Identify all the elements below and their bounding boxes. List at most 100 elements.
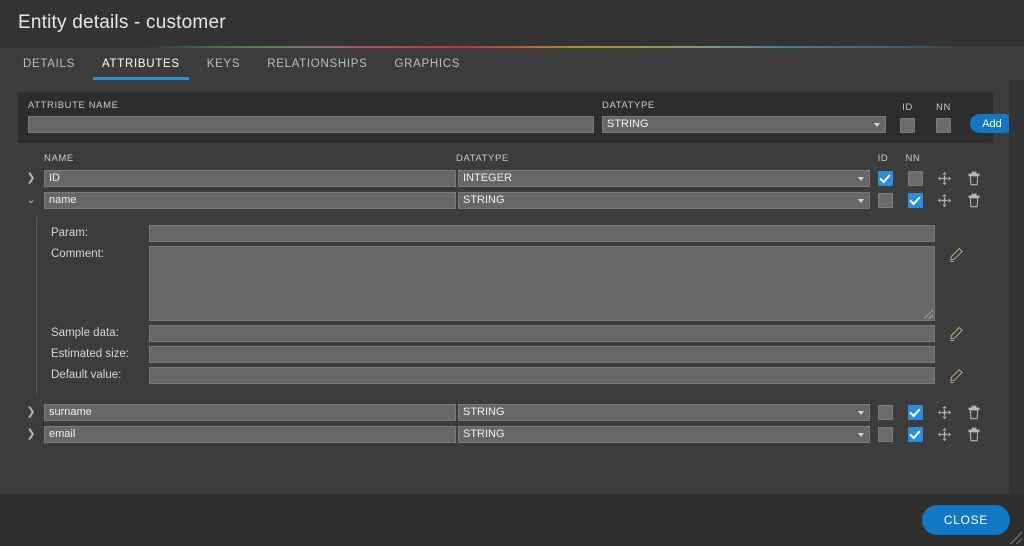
table-row: ❯ ID INTEGER — [18, 168, 993, 189]
estimated-size-label: Estimated size: — [51, 348, 129, 360]
tab-keys[interactable]: KEYS — [198, 58, 249, 80]
new-attribute-datatype-group: DATATYPE STRING — [602, 100, 886, 133]
new-attribute-name-group: ATTRIBUTE NAME — [28, 100, 594, 133]
row-id-cell — [870, 405, 900, 420]
attributes-table: NAME DATATYPE ID NN ❯ ID INTEGER ⌄ name … — [18, 153, 993, 445]
comment-label: Comment: — [51, 248, 105, 260]
comment-edit-button[interactable] — [935, 246, 977, 263]
move-icon[interactable] — [930, 405, 959, 420]
row-id-checkbox[interactable] — [877, 171, 893, 186]
chevron-down-icon — [858, 410, 864, 415]
row-nn-checkbox[interactable] — [907, 405, 923, 420]
new-attribute-id-checkbox[interactable] — [900, 118, 915, 133]
tab-bar: DETAILS ATTRIBUTES KEYS RELATIONSHIPS GR… — [0, 48, 1024, 80]
new-attribute-nn-group: NN — [929, 102, 958, 133]
table-header-row: NAME DATATYPE ID NN — [18, 153, 993, 168]
datatype-select[interactable]: STRING — [602, 116, 886, 133]
add-attribute-panel: ATTRIBUTE NAME DATATYPE STRING ID NN Add — [18, 92, 1009, 143]
attribute-name-label: ATTRIBUTE NAME — [28, 100, 119, 111]
delete-icon[interactable] — [959, 193, 988, 208]
chevron-down-icon — [858, 432, 864, 437]
sample-data-label: Sample data: — [51, 327, 119, 339]
attribute-name-cell[interactable]: email — [44, 426, 456, 443]
delete-icon[interactable] — [959, 171, 988, 186]
close-button[interactable]: CLOSE — [921, 505, 1010, 535]
param-label: Param: — [51, 227, 89, 239]
comment-row: Comment: — [51, 246, 977, 321]
row-nn-checkbox[interactable] — [907, 193, 923, 208]
attribute-detail-panel: Param: Comment: Sample data: Estimated s… — [36, 217, 977, 396]
nn-column-label: NN — [936, 102, 951, 113]
attributes-panel: ATTRIBUTE NAME DATATYPE STRING ID NN Add… — [0, 80, 1024, 494]
attribute-datatype-cell[interactable]: INTEGER — [458, 170, 870, 187]
delete-icon[interactable] — [959, 405, 988, 420]
attribute-datatype-value: STRING — [463, 194, 505, 206]
estimated-size-row: Estimated size: — [51, 346, 977, 363]
attribute-datatype-cell[interactable]: STRING — [458, 192, 870, 209]
new-attribute-nn-checkbox[interactable] — [936, 118, 951, 133]
dialog-resize-handle[interactable] — [1010, 532, 1022, 544]
row-nn-checkbox[interactable] — [907, 171, 923, 186]
attribute-name-cell[interactable]: ID — [44, 170, 456, 187]
vertical-scrollbar[interactable] — [1009, 80, 1024, 494]
entity-details-dialog: Entity details - customer DETAILS ATTRIB… — [0, 0, 1024, 546]
row-id-cell — [870, 171, 900, 186]
row-nn-cell — [900, 193, 930, 208]
attribute-datatype-value: STRING — [463, 406, 505, 418]
attribute-name-input[interactable] — [28, 116, 594, 133]
chevron-down-icon — [874, 122, 880, 127]
tab-details[interactable]: DETAILS — [14, 58, 84, 80]
sample-data-input[interactable] — [149, 325, 935, 342]
attribute-datatype-value: STRING — [463, 428, 505, 440]
param-row: Param: — [51, 225, 977, 242]
tab-attributes[interactable]: ATTRIBUTES — [92, 58, 189, 80]
expand-row-chevron-icon[interactable]: ❯ — [18, 429, 44, 440]
row-nn-checkbox[interactable] — [907, 427, 923, 442]
default-value-edit-button[interactable] — [935, 367, 977, 384]
estimated-size-input[interactable] — [149, 346, 935, 363]
chevron-down-icon — [858, 176, 864, 181]
attribute-name-cell[interactable]: name — [44, 192, 456, 209]
dialog-footer: CLOSE — [0, 494, 1024, 546]
default-value-row: Default value: — [51, 367, 977, 384]
page-title: Entity details - customer — [18, 12, 226, 33]
row-id-cell — [870, 427, 900, 442]
attributes-scroll-pane: ATTRIBUTE NAME DATATYPE STRING ID NN Add… — [0, 80, 1009, 494]
attribute-detail-fields: Param: Comment: Sample data: Estimated s… — [37, 225, 977, 388]
sample-data-edit-button[interactable] — [935, 325, 977, 342]
default-value-input[interactable] — [149, 367, 935, 384]
tab-relationships[interactable]: RELATIONSHIPS — [258, 58, 376, 80]
expand-row-chevron-icon[interactable]: ❯ — [18, 407, 44, 418]
textarea-resize-handle[interactable] — [924, 310, 933, 319]
param-input[interactable] — [149, 225, 935, 242]
id-column-label: ID — [902, 102, 913, 113]
add-attribute-button[interactable]: Add — [970, 114, 1009, 133]
expand-row-chevron-icon[interactable]: ❯ — [18, 173, 44, 184]
row-id-checkbox[interactable] — [877, 427, 893, 442]
nn-column-header: NN — [905, 153, 921, 164]
tab-graphics[interactable]: GRAPHICS — [385, 58, 469, 80]
attribute-datatype-value: INTEGER — [463, 172, 512, 184]
attribute-datatype-cell[interactable]: STRING — [458, 404, 870, 421]
row-nn-cell — [900, 171, 930, 186]
row-nn-cell — [900, 427, 930, 442]
row-nn-cell — [900, 405, 930, 420]
move-icon[interactable] — [930, 171, 959, 186]
attribute-name-cell[interactable]: surname — [44, 404, 456, 421]
table-row: ⌄ name STRING — [18, 190, 993, 211]
delete-icon[interactable] — [959, 427, 988, 442]
move-icon[interactable] — [930, 427, 959, 442]
dialog-titlebar: Entity details - customer — [0, 0, 1024, 46]
name-column-header: NAME — [44, 153, 74, 164]
row-id-checkbox[interactable] — [877, 405, 893, 420]
new-attribute-id-group: ID — [893, 102, 922, 133]
row-id-checkbox[interactable] — [877, 193, 893, 208]
attribute-datatype-cell[interactable]: STRING — [458, 426, 870, 443]
collapse-row-chevron-icon[interactable]: ⌄ — [18, 195, 44, 206]
comment-textarea[interactable] — [149, 246, 935, 321]
datatype-label: DATATYPE — [602, 100, 655, 111]
default-value-label: Default value: — [51, 369, 122, 381]
move-icon[interactable] — [930, 193, 959, 208]
id-column-header: ID — [877, 153, 889, 164]
datatype-column-header: DATATYPE — [456, 153, 509, 164]
